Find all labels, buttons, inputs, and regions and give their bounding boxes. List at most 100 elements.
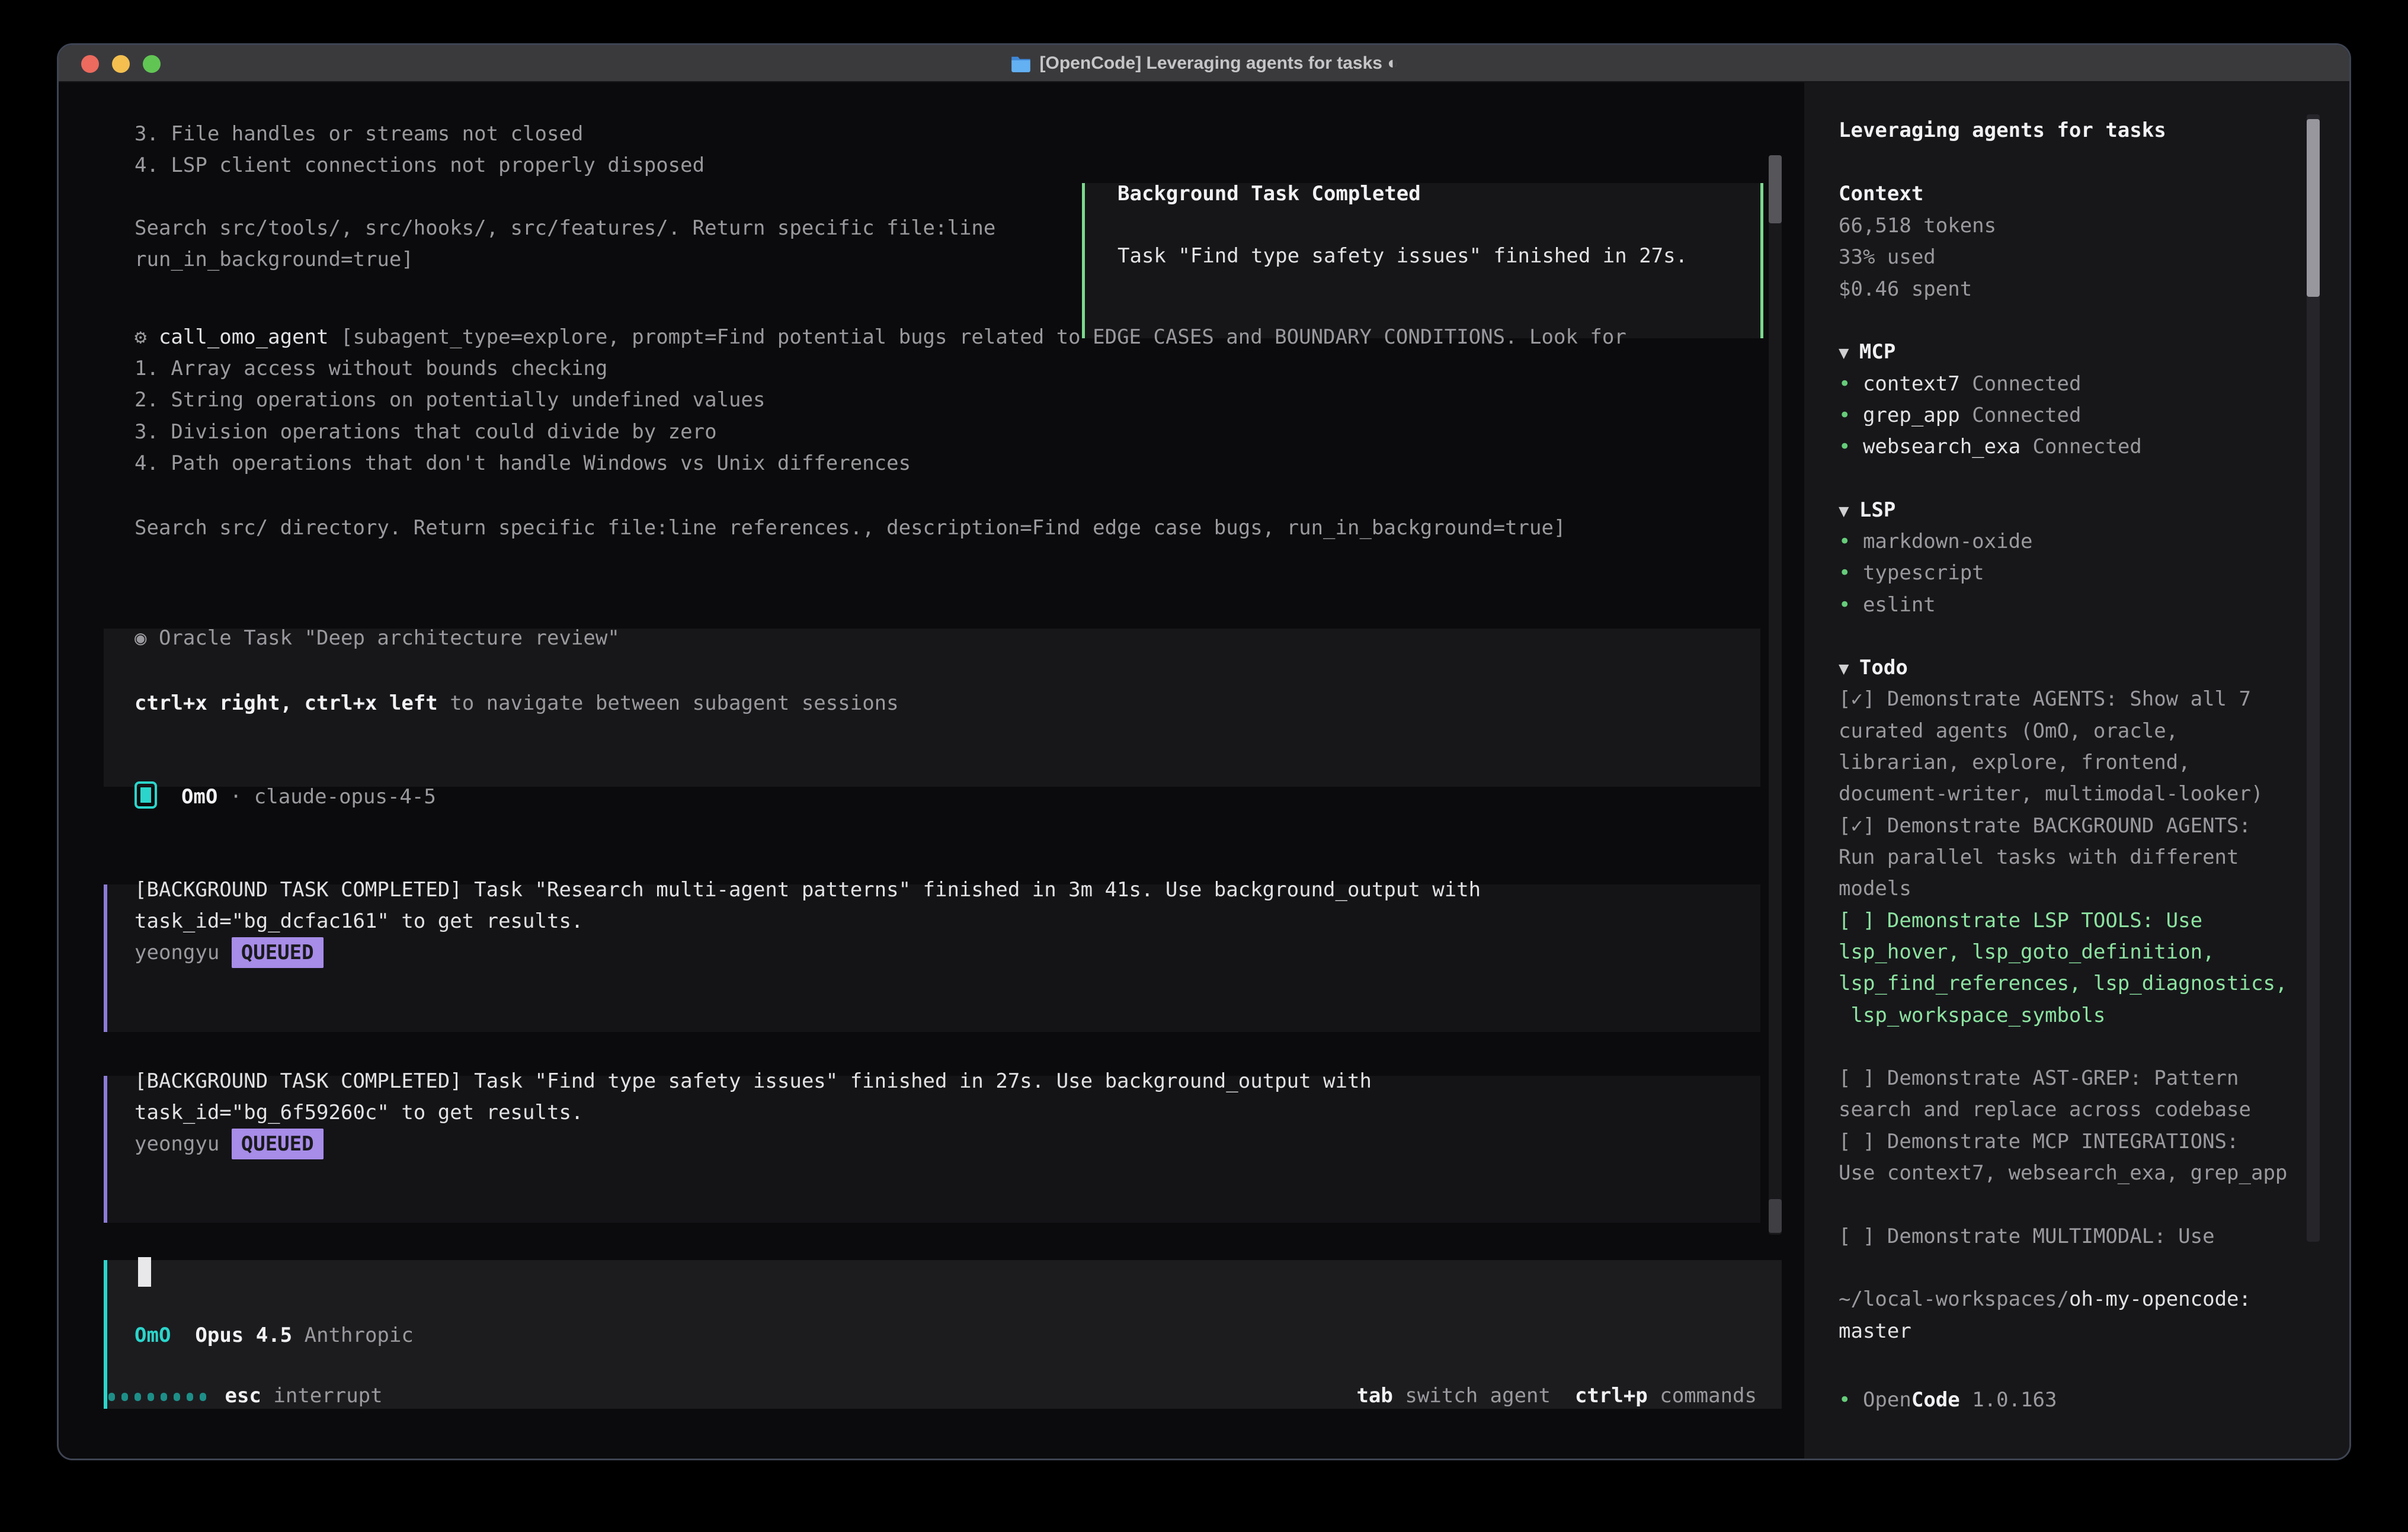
- text-segment: Use context7, websearch_exa, grep_app: [1839, 1161, 2287, 1185]
- terminal-line: [BACKGROUND TASK COMPLETED] Task "Resear…: [135, 874, 1481, 905]
- text-segment: to navigate between subagent sessions: [438, 691, 899, 715]
- terminal-line: yeongyu QUEUED: [135, 937, 324, 968]
- section-triangle-icon: ▼: [1839, 501, 1859, 521]
- text-segment: 66,518 tokens: [1839, 214, 1996, 238]
- terminal-line: curated agents (OmO, oracle,: [1839, 716, 2178, 746]
- terminal-line: lsp_find_references, lsp_diagnostics,: [1839, 968, 2287, 999]
- text-segment: 2. String operations on potentially unde…: [135, 388, 765, 412]
- terminal-line: Search src/tools/, src/hooks/, src/featu…: [135, 213, 995, 243]
- folder-icon: [1010, 54, 1032, 73]
- bold-text-segment: Opus 4.5: [195, 1323, 292, 1347]
- main-scrollbar-fragment[interactable]: [1769, 1199, 1782, 1233]
- spinner-dot: [200, 1393, 206, 1401]
- text-segment: 3. File handles or streams not closed: [135, 122, 583, 146]
- terminal-line: document-writer, multimodal-looker): [1839, 778, 2263, 809]
- main-scrollbar[interactable]: [1769, 155, 1782, 1235]
- terminal-line: run_in_background=true]: [135, 244, 414, 275]
- terminal-line: [✓] Demonstrate AGENTS: Show all 7: [1839, 684, 2251, 714]
- todo-green-segment: lsp_find_references, lsp_diagnostics,: [1839, 972, 2287, 995]
- sidebar-scrollbar[interactable]: [2307, 114, 2320, 1242]
- spacer-segment: [1551, 1384, 1575, 1408]
- minimize-window-button[interactable]: [112, 55, 130, 73]
- status-bullet-icon: •: [1839, 593, 1863, 617]
- spinner-dot: [148, 1393, 154, 1401]
- terminal-line: [ ] Demonstrate MCP INTEGRATIONS:: [1839, 1126, 2239, 1157]
- text-segment: master: [1839, 1319, 1911, 1343]
- bold-text-segment: Todo: [1859, 656, 1908, 680]
- text-segment: 33% used: [1839, 245, 1936, 269]
- window-title-text: [OpenCode] Leveraging agents for tasks ◐: [1040, 44, 1398, 82]
- text-segment: Task "Find type safety issues" finished …: [1117, 244, 1687, 268]
- status-bullet-icon: •: [1839, 372, 1863, 396]
- terminal-line: ▼ LSP: [1839, 495, 1895, 526]
- terminal-line: Run parallel tasks with different: [1839, 842, 2239, 873]
- bold-text-segment: Context: [1839, 182, 1923, 206]
- bold-text-segment: LSP: [1859, 498, 1895, 522]
- text-segment: search and replace across codebase: [1839, 1098, 2251, 1121]
- todo-green-segment: [ ] Demonstrate LSP TOOLS: Use: [1839, 909, 2202, 932]
- terminal-line: • websearch_exa Connected: [1839, 431, 2142, 462]
- terminal-line: Search src/ directory. Return specific f…: [135, 512, 1565, 543]
- traffic-lights: [81, 45, 161, 82]
- terminal-line: esc interrupt: [108, 1380, 383, 1411]
- terminal-line: ▼ Todo: [1839, 652, 1908, 684]
- text-segment: eslint: [1863, 593, 1936, 617]
- terminal-line: [ ] Demonstrate MULTIMODAL: Use: [1839, 1221, 2215, 1252]
- spinner-dot: [161, 1393, 167, 1401]
- text-segment: [BACKGROUND TASK COMPLETED] Task "Find t…: [135, 1069, 1372, 1093]
- text-segment: run_in_background=true]: [135, 248, 414, 271]
- text-segment: 1.0.163: [1960, 1388, 2057, 1412]
- terminal-line: 4. Path operations that don't handle Win…: [135, 448, 911, 479]
- text-segment: 3. Division operations that could divide…: [135, 420, 717, 444]
- terminal-line: task_id="bg_dcfac161" to get results.: [135, 906, 583, 937]
- sidebar-scrollbar-thumb[interactable]: [2307, 119, 2320, 297]
- agent-name-segment: OmO: [135, 1323, 171, 1347]
- terminal-line: search and replace across codebase: [1839, 1094, 2251, 1125]
- text-segment: interrupt: [261, 1384, 383, 1408]
- bold-text-segment: Leveraging agents for tasks: [1839, 118, 2166, 142]
- terminal-line: 33% used: [1839, 242, 1936, 273]
- text-segment: Connected: [2020, 435, 2142, 459]
- terminal-line: 3. Division operations that could divide…: [135, 416, 717, 447]
- text-segment: task_id="bg_dcfac161" to get results.: [135, 909, 583, 933]
- terminal-line: ▼ MCP: [1839, 336, 1895, 368]
- terminal-line: tab switch agent ctrl+p commands: [1356, 1380, 1757, 1411]
- text-segment: Connected: [1960, 403, 2082, 427]
- terminal-line: ⚙ call_omo_agent [subagent_type=explore,…: [135, 322, 1626, 352]
- terminal-line: 1. Array access without bounds checking: [135, 353, 607, 384]
- todo-green-segment: lsp_workspace_symbols: [1839, 1004, 2105, 1027]
- text-segment: document-writer, multimodal-looker): [1839, 782, 2263, 806]
- maximize-window-button[interactable]: [143, 55, 161, 73]
- title-bar[interactable]: [OpenCode] Leveraging agents for tasks ◐: [59, 45, 2349, 82]
- terminal-line: yeongyu QUEUED: [135, 1129, 324, 1159]
- text-segment: oh-my-opencode:: [2069, 1287, 2251, 1311]
- close-window-button[interactable]: [81, 55, 99, 73]
- terminal-line: [✓] Demonstrate BACKGROUND AGENTS:: [1839, 810, 2251, 841]
- bold-text-segment: tab: [1356, 1384, 1392, 1408]
- terminal-line: 2. String operations on potentially unde…: [135, 384, 765, 415]
- text-segment: [ ] Demonstrate AST-GREP: Pattern: [1839, 1066, 2239, 1090]
- terminal-line: Context: [1839, 178, 1923, 209]
- text-segment: [subagent_type=explore, prompt=Find pote…: [329, 325, 1626, 349]
- terminal-line: $0.46 spent: [1839, 274, 1972, 305]
- text-segment: grep_app: [1863, 403, 1960, 427]
- text-segment: ⚙: [135, 325, 159, 349]
- text-segment: 4. Path operations that don't handle Win…: [135, 451, 911, 475]
- terminal-window: [OpenCode] Leveraging agents for tasks ◐…: [57, 43, 2351, 1460]
- text-segment: [BACKGROUND TASK COMPLETED] Task "Resear…: [135, 878, 1481, 902]
- spacer-segment: [213, 1384, 225, 1408]
- terminal-line: • eslint: [1839, 589, 1936, 620]
- text-segment: Connected: [1960, 372, 2082, 396]
- text-segment: $0.46 spent: [1839, 277, 1972, 301]
- text-segment: [ ] Demonstrate MULTIMODAL: Use: [1839, 1225, 2215, 1248]
- omo-agent-icon: [135, 781, 157, 809]
- spacer-segment: [157, 785, 181, 809]
- main-scrollbar-thumb[interactable]: [1769, 155, 1782, 223]
- terminal-line: [BACKGROUND TASK COMPLETED] Task "Find t…: [135, 1066, 1372, 1097]
- status-bullet-icon: •: [1839, 435, 1863, 459]
- todo-green-segment: lsp_hover, lsp_goto_definition,: [1839, 940, 2215, 964]
- text-segment: switch agent: [1393, 1384, 1551, 1408]
- text-segment: Run parallel tasks with different: [1839, 845, 2239, 869]
- chat-main-area: [59, 82, 1804, 1459]
- terminal-line: task_id="bg_6f59260c" to get results.: [135, 1097, 583, 1128]
